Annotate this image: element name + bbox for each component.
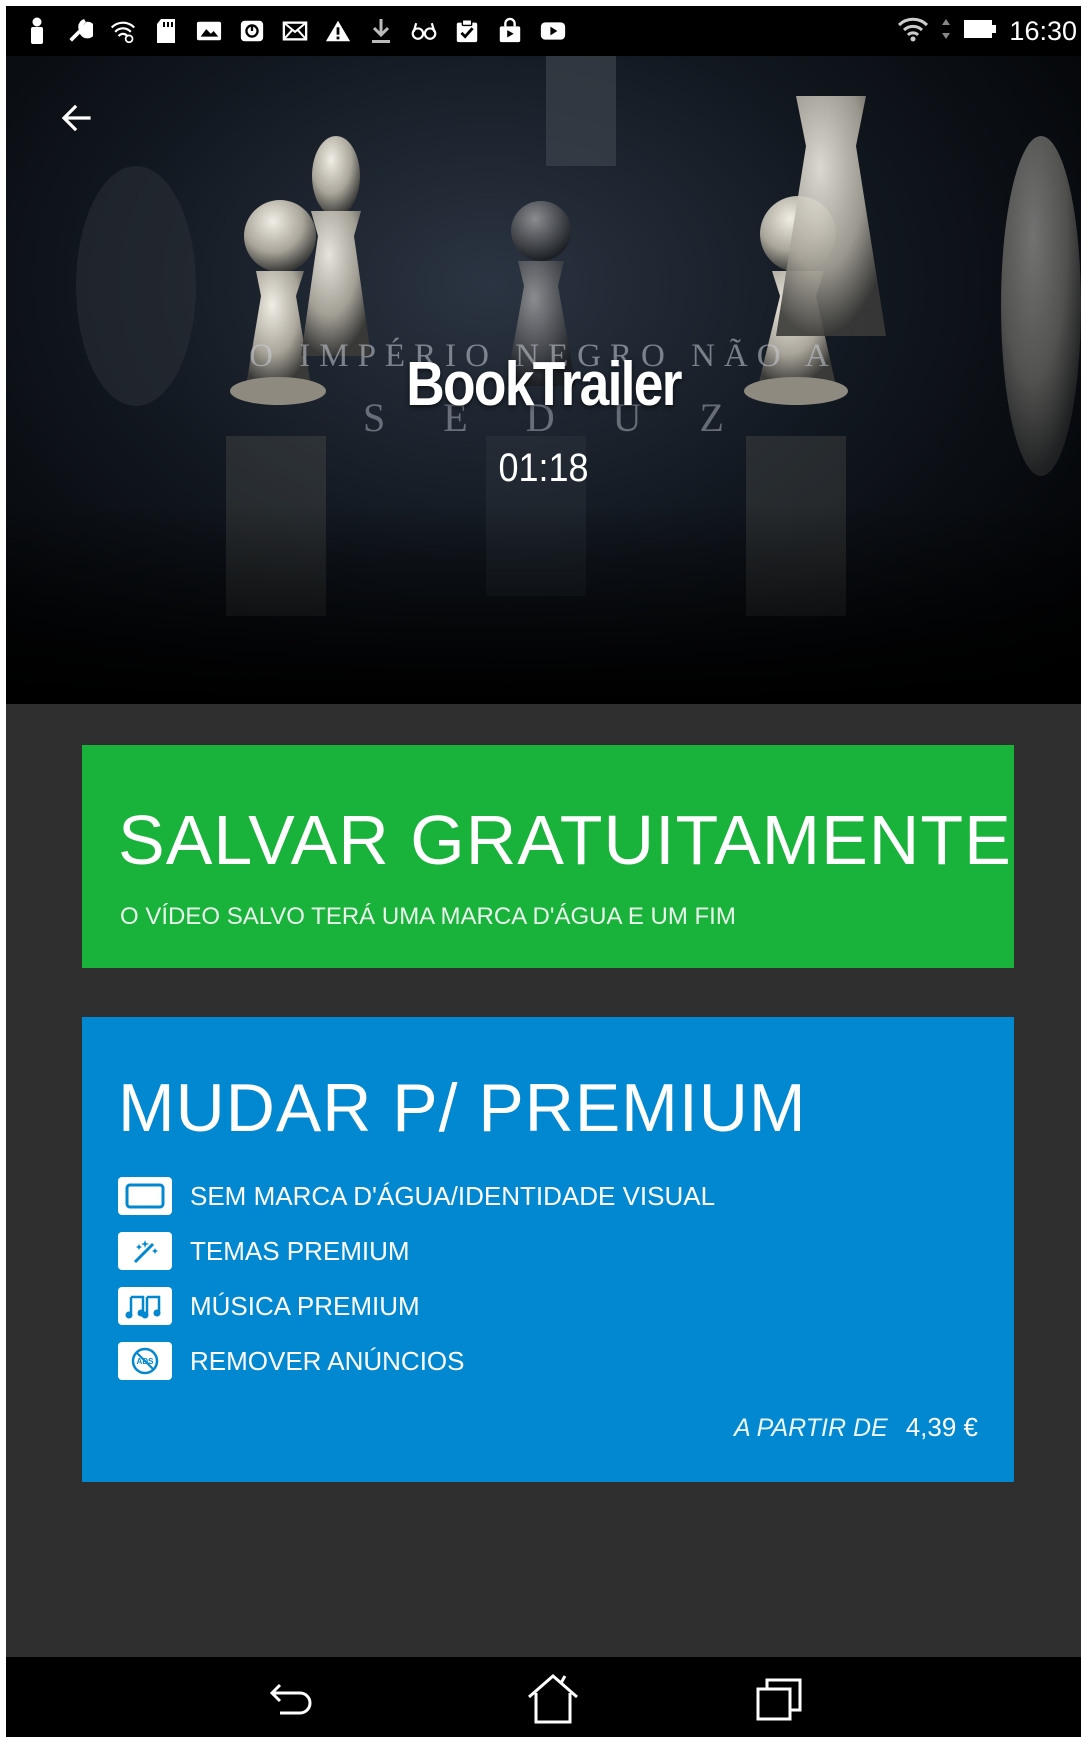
mail-icon — [282, 18, 308, 44]
feature-label: SEM MARCA D'ÁGUA/IDENTIDADE VISUAL — [190, 1180, 716, 1211]
status-time: 16:30 — [1009, 15, 1077, 46]
notification-icons — [24, 16, 566, 46]
status-bar: 16:30 — [6, 6, 1081, 56]
shopping-bag-icon — [497, 17, 523, 44]
price-row: A PARTIR DE 4,39 € — [734, 1412, 978, 1443]
sync-icon — [239, 18, 265, 44]
clipboard-check-icon — [454, 18, 480, 44]
save-free-button[interactable]: SALVAR GRATUITAMENTE O VÍDEO SALVO TERÁ … — [82, 745, 1014, 968]
video-duration: 01:18 — [498, 446, 589, 490]
arrow-left-icon — [61, 104, 91, 132]
music-notes-icon — [118, 1287, 172, 1325]
upgrade-premium-button[interactable]: MUDAR P/ PREMIUM SEM MARCA D'ÁGUA/IDENTI… — [82, 1017, 1014, 1482]
price-value: 4,39 € — [905, 1412, 978, 1442]
watermark-frame-icon — [118, 1177, 172, 1215]
save-free-title: SALVAR GRATUITAMENTE — [118, 801, 1012, 879]
wrench-icon — [67, 18, 93, 44]
premium-feature-list: SEM MARCA D'ÁGUA/IDENTIDADE VISUAL TEMAS… — [118, 1175, 715, 1395]
feature-label: REMOVER ANÚNCIOS — [190, 1345, 465, 1376]
feature-item: TEMAS PREMIUM — [118, 1230, 715, 1272]
premium-title: MUDAR P/ PREMIUM — [118, 1070, 807, 1146]
feature-item: MÚSICA PREMIUM — [118, 1285, 715, 1327]
recent-apps-button[interactable] — [749, 1671, 809, 1727]
wifi-hotspot-icon — [110, 18, 136, 44]
battery-icon — [963, 18, 997, 45]
feature-label: MÚSICA PREMIUM — [190, 1290, 420, 1321]
svg-text:ADS: ADS — [137, 1357, 155, 1366]
recent-apps-icon — [756, 1678, 802, 1721]
hero-gradient — [6, 504, 1081, 704]
back-button[interactable] — [50, 92, 102, 144]
youtube-icon — [540, 18, 566, 44]
feature-item: ADS REMOVER ANÚNCIOS — [118, 1340, 715, 1382]
magic-wand-icon — [118, 1232, 172, 1270]
wifi-icon — [897, 16, 929, 47]
video-preview[interactable]: O IMPÉRIO NEGRO NÃO A SEDUZ BookTrailer … — [6, 56, 1081, 704]
video-title: BookTrailer — [406, 350, 682, 419]
glasses-icon — [411, 18, 437, 44]
feature-label: TEMAS PREMIUM — [190, 1235, 410, 1266]
home-nav-button[interactable] — [523, 1671, 583, 1727]
home-nav-icon — [528, 1674, 578, 1724]
navigation-bar — [6, 1657, 1081, 1737]
sd-card-icon — [153, 18, 179, 44]
save-free-subtitle: O VÍDEO SALVO TERÁ UMA MARCA D'ÁGUA E UM… — [120, 903, 736, 930]
warning-icon — [325, 18, 351, 44]
back-nav-icon — [269, 1683, 312, 1715]
system-status: 16:30 — [897, 14, 1077, 48]
signal-arrows-icon — [941, 17, 951, 46]
back-nav-button[interactable] — [262, 1671, 322, 1727]
image-icon — [196, 18, 222, 44]
feature-item: SEM MARCA D'ÁGUA/IDENTIDADE VISUAL — [118, 1175, 715, 1217]
download-icon — [368, 18, 394, 44]
screen: 16:30 O IMPÉRIO NEGRO NÃO A SEDUZ BookTr… — [6, 6, 1081, 1737]
person-icon — [24, 17, 50, 44]
price-prefix: A PARTIR DE — [733, 1414, 888, 1442]
no-ads-icon: ADS — [118, 1342, 172, 1380]
